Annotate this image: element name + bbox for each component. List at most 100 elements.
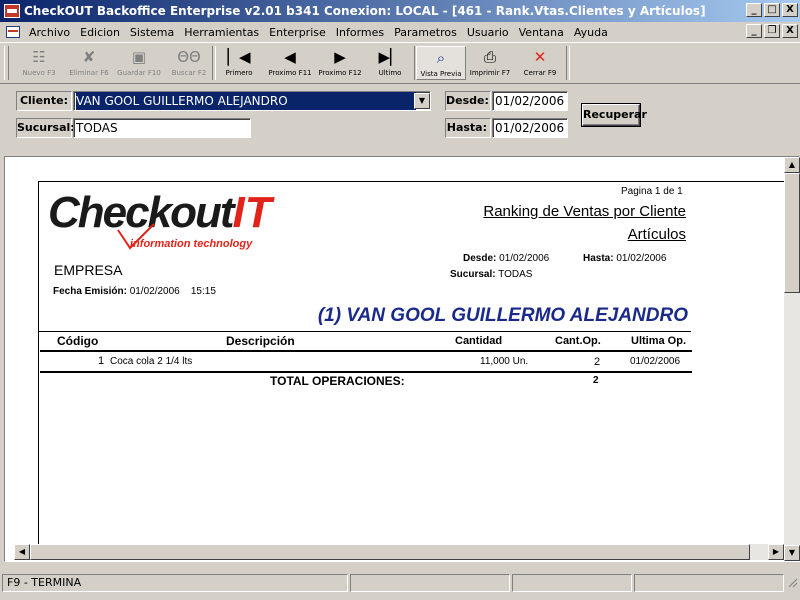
- col-descripcion: Descripción: [226, 334, 295, 348]
- cerrar-label: Cerrar F9: [523, 69, 557, 77]
- total-label: TOTAL OPERACIONES:: [270, 374, 405, 388]
- vertical-scroll-thumb[interactable]: [784, 173, 800, 293]
- menu-herramientas[interactable]: Herramientas: [179, 26, 264, 39]
- logo-accent: IT: [232, 188, 272, 237]
- hasta-label: Hasta:: [445, 118, 491, 138]
- report-desde-value: 01/02/2006: [499, 253, 550, 264]
- status-pane-3: [512, 574, 632, 592]
- maximize-button[interactable]: □: [764, 3, 780, 17]
- status-pane-2: [350, 574, 510, 592]
- checkmark-icon: [116, 222, 156, 250]
- hasta-value: 01/02/2006: [495, 121, 565, 135]
- scroll-up-button[interactable]: ▲: [784, 157, 800, 173]
- proximo-f12-button[interactable]: ▶ Proximo F12: [315, 46, 365, 80]
- menu-edicion[interactable]: Edicion: [75, 26, 125, 39]
- arrow-up-icon: ▲: [788, 160, 796, 169]
- ultimo-label: Ultimo: [378, 69, 402, 77]
- printer-icon: ⎙: [483, 48, 496, 66]
- row-codigo: 1: [98, 355, 105, 367]
- status-bar: F9 - TERMINA: [0, 574, 800, 592]
- scroll-right-button[interactable]: ▶: [768, 544, 784, 560]
- menu-ayuda[interactable]: Ayuda: [569, 26, 613, 39]
- toolbar-grip[interactable]: [4, 46, 9, 80]
- save-icon: ▣: [131, 48, 147, 66]
- scroll-left-button[interactable]: ◀: [14, 544, 30, 560]
- menu-informes[interactable]: Informes: [331, 26, 389, 39]
- prev-icon: ◀: [284, 48, 296, 66]
- mdi-restore-button[interactable]: ❐: [764, 24, 780, 38]
- eliminar-button[interactable]: ✘ Eliminar F6: [64, 46, 114, 80]
- menu-archivo[interactable]: Archivo: [24, 26, 75, 39]
- mdi-close-button[interactable]: X: [782, 24, 798, 38]
- buscar-button[interactable]: ΘΘ Buscar F2: [164, 46, 214, 80]
- client-heading: (1) VAN GOOL GUILLERMO ALEJANDRO: [317, 305, 688, 326]
- menu-ventana[interactable]: Ventana: [514, 26, 569, 39]
- proximo-f11-button[interactable]: ◀ Proximo F11: [265, 46, 315, 80]
- report-hasta-label: Hasta:: [583, 253, 614, 264]
- filter-panel: Cliente: VAN GOOL GUILLERMO ALEJANDRO ▼ …: [0, 84, 800, 150]
- desde-date-field[interactable]: 01/02/2006: [492, 91, 568, 111]
- header-rule-bottom: [40, 350, 692, 352]
- col-cantidad: Cantidad: [455, 335, 503, 347]
- col-cant-op: Cant.Op.: [555, 335, 601, 347]
- minimize-button[interactable]: _: [746, 3, 762, 17]
- arrow-right-icon: ▶: [772, 547, 780, 556]
- menu-usuario[interactable]: Usuario: [462, 26, 514, 39]
- cliente-combobox[interactable]: VAN GOOL GUILLERMO ALEJANDRO: [73, 91, 431, 111]
- sucursal-value: TODAS: [76, 121, 118, 135]
- horizontal-scroll-thumb[interactable]: [30, 544, 750, 560]
- sucursal-field[interactable]: TODAS: [73, 118, 251, 138]
- ultimo-button[interactable]: ▶▏ Ultimo: [365, 46, 415, 80]
- total-value: 2: [593, 375, 599, 386]
- guardar-button[interactable]: ▣ Guardar F10: [114, 46, 164, 80]
- mdi-minimize-button[interactable]: _: [746, 24, 762, 38]
- horizontal-scrollbar[interactable]: ◀ ▶: [14, 544, 784, 560]
- proximo-f11-label: Proximo F11: [268, 69, 312, 77]
- row-rule: [40, 371, 692, 373]
- status-text: F9 - TERMINA: [2, 574, 348, 592]
- recuperar-button[interactable]: Recuperar: [582, 104, 647, 126]
- cliente-label: Cliente:: [16, 91, 72, 111]
- row-cant-op: 2: [594, 356, 601, 368]
- menu-sistema[interactable]: Sistema: [125, 26, 179, 39]
- chevron-down-icon: ▼: [418, 96, 426, 105]
- vista-previa-button[interactable]: ⌕ Vista Previa: [416, 46, 466, 80]
- eliminar-label: Eliminar F6: [69, 69, 109, 77]
- cliente-dropdown-button[interactable]: ▼: [414, 93, 430, 109]
- resize-grip-icon[interactable]: [786, 576, 798, 590]
- report-sucursal: Sucursal: TODAS: [450, 269, 532, 280]
- toolbar-separator: [566, 46, 570, 80]
- nuevo-button[interactable]: ☷ Nuevo F3: [14, 46, 64, 80]
- binoculars-icon: ΘΘ: [177, 48, 201, 66]
- desde-label: Desde:: [445, 91, 491, 111]
- scroll-down-button[interactable]: ▼: [784, 545, 800, 561]
- report-hasta-value: 01/02/2006: [616, 253, 667, 264]
- preview-icon: ⌕: [436, 49, 446, 67]
- report-sucursal-label: Sucursal:: [450, 269, 496, 280]
- row-cantidad: 11,000 Un.: [480, 356, 529, 367]
- cliente-value: VAN GOOL GUILLERMO ALEJANDRO: [76, 92, 416, 110]
- vertical-scrollbar[interactable]: ▲ ▼: [784, 157, 800, 561]
- col-ultima-op: Ultima Op.: [631, 335, 687, 347]
- report-subtitle: Artículos: [627, 226, 686, 243]
- primero-button[interactable]: ▏◀ Primero: [214, 46, 264, 80]
- imprimir-button[interactable]: ⎙ Imprimir F7: [465, 46, 515, 80]
- report-sucursal-value: TODAS: [498, 269, 533, 280]
- fecha-value: 01/02/2006: [129, 286, 180, 297]
- document-icon[interactable]: [6, 26, 20, 38]
- hora-value: 15:15: [190, 286, 216, 297]
- menu-enterprise[interactable]: Enterprise: [264, 26, 331, 39]
- close-window-button[interactable]: X: [782, 3, 798, 17]
- app-icon[interactable]: [4, 4, 20, 18]
- primero-label: Primero: [225, 69, 253, 77]
- menu-parametros[interactable]: Parametros: [389, 26, 462, 39]
- fecha-label: Fecha Emisión:: [53, 286, 127, 297]
- nuevo-label: Nuevo F3: [22, 69, 56, 77]
- page-info: Pagina 1 de 1: [621, 186, 683, 197]
- hasta-date-field[interactable]: 01/02/2006: [492, 118, 568, 138]
- status-pane-4: [634, 574, 784, 592]
- fecha-emision: Fecha Emisión: 01/02/2006 15:15: [53, 286, 216, 297]
- cerrar-button[interactable]: ✕ Cerrar F9: [515, 46, 565, 80]
- title-bar[interactable]: CheckOUT Backoffice Enterprise v2.01 b34…: [0, 0, 800, 22]
- col-codigo: Código: [57, 334, 99, 348]
